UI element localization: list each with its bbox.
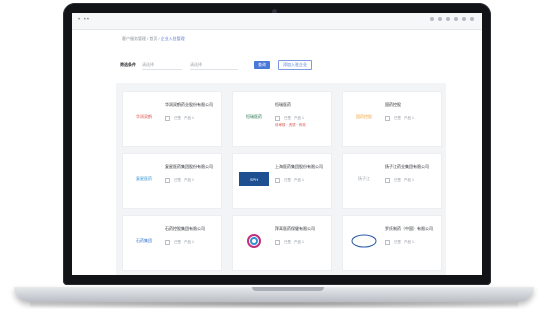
company-meta: 已签 产品 1	[385, 240, 414, 245]
company-card[interactable]: 拜耳医药保健有限公司 已签 产品 1	[232, 215, 332, 271]
window-controls[interactable]: • ••	[78, 17, 90, 23]
toolbar-icon[interactable]	[438, 17, 442, 21]
base-notch	[252, 287, 324, 291]
screen: • •• 客户服务管理 / 首页 / 企业入驻管理 筛选条件 请选择 请选择 查…	[72, 13, 482, 275]
company-logo: 恒瑞医药	[246, 114, 262, 119]
filter-label: 筛选条件	[120, 62, 136, 67]
company-logo: 石药集团	[136, 238, 152, 243]
breadcrumb: 客户服务管理 / 首页 / 企业入驻管理	[122, 36, 185, 42]
company-logo: 扬子江	[358, 176, 370, 181]
roche-logo-icon	[351, 234, 377, 248]
company-name: 恒瑞医药	[275, 102, 291, 107]
status-tag: 待审核 · 资质 · 有效	[275, 123, 306, 127]
query-button[interactable]: 查询	[254, 61, 270, 69]
toolbar-icon[interactable]	[430, 17, 434, 21]
doc-icon	[275, 116, 280, 121]
company-card[interactable]: 复星医药 复星医药集团股份有限公司 已签 产品 1	[122, 153, 222, 209]
doc-icon	[385, 178, 390, 183]
company-name: 上海医药集团股份有限公司	[275, 164, 323, 169]
breadcrumb-current: 企业入驻管理	[160, 36, 185, 41]
doc-icon	[275, 178, 280, 183]
browser-titlebar: • ••	[72, 13, 482, 30]
company-name: 华润双鹤药业股份有限公司	[165, 102, 213, 107]
doc-icon	[385, 116, 390, 121]
company-logo: SPH	[239, 172, 269, 186]
browser-toolbar-icons	[430, 17, 474, 21]
company-name: 拜耳医药保健有限公司	[275, 226, 315, 231]
company-meta: 已签 产品 1	[275, 116, 304, 121]
company-meta: 已签 产品 1	[165, 116, 194, 121]
company-card[interactable]: 恒瑞医药 恒瑞医药 已签 产品 1 待审核 · 资质 · 有效	[232, 91, 332, 147]
company-name: 石药控股集团有限公司	[165, 226, 205, 231]
company-logo	[239, 234, 269, 248]
company-card[interactable]: 华润双鹤 华润双鹤药业股份有限公司 已签 产品 1	[122, 91, 222, 147]
company-meta: 已签 产品 1	[385, 178, 414, 183]
company-name: 扬子江药业集团有限公司	[385, 164, 429, 169]
doc-icon	[165, 178, 170, 183]
company-logo	[349, 234, 379, 248]
doc-icon	[385, 240, 390, 245]
doc-icon	[165, 116, 170, 121]
toolbar-icon[interactable]	[454, 17, 458, 21]
filter-select-1[interactable]: 请选择	[142, 61, 182, 70]
laptop-base	[14, 287, 534, 302]
toolbar-icon[interactable]	[446, 17, 450, 21]
bayer-logo-icon	[247, 234, 261, 248]
company-meta: 已签 产品 1	[385, 116, 414, 121]
doc-icon	[165, 240, 170, 245]
company-card[interactable]: SPH 上海医药集团股份有限公司 已签 产品 1	[232, 153, 332, 209]
add-company-button[interactable]: 添加入驻企业	[278, 60, 312, 70]
company-meta: 已签 产品 1	[275, 240, 304, 245]
company-name: 国药控股	[385, 102, 401, 107]
company-name: 罗氏制药（中国）有限公司	[385, 226, 433, 231]
company-logo: 国药控股	[356, 114, 372, 119]
company-card[interactable]: 扬子江 扬子江药业集团有限公司 已签 产品 1	[342, 153, 442, 209]
company-card[interactable]: 国药控股 国药控股 已签 产品 1	[342, 91, 442, 147]
company-logo: 华润双鹤	[136, 114, 152, 119]
doc-icon	[275, 240, 280, 245]
company-card[interactable]: 罗氏制药（中国）有限公司 已签 产品 1	[342, 215, 442, 271]
toolbar-icon[interactable]	[462, 17, 466, 21]
company-meta: 已签 产品 1	[165, 240, 194, 245]
company-logo: 复星医药	[136, 176, 152, 181]
breadcrumb-prefix[interactable]: 客户服务管理 / 首页 /	[122, 36, 160, 41]
laptop-mockup: • •• 客户服务管理 / 首页 / 企业入驻管理 筛选条件 请选择 请选择 查…	[0, 0, 548, 309]
company-card[interactable]: 石药集团 石药控股集团有限公司 已签 产品 1	[122, 215, 222, 271]
company-meta: 已签 产品 1	[275, 178, 304, 183]
filter-bar: 筛选条件 请选择 请选择 查询 添加入驻企业	[120, 58, 430, 72]
toolbar-icon[interactable]	[470, 17, 474, 21]
company-meta: 已签 产品 1	[165, 178, 194, 183]
company-name: 复星医药集团股份有限公司	[165, 164, 213, 169]
company-grid: 华润双鹤 华润双鹤药业股份有限公司 已签 产品 1 恒瑞医药 恒瑞医药 已签 产品 …	[116, 83, 446, 275]
filter-select-2[interactable]: 请选择	[190, 61, 238, 70]
